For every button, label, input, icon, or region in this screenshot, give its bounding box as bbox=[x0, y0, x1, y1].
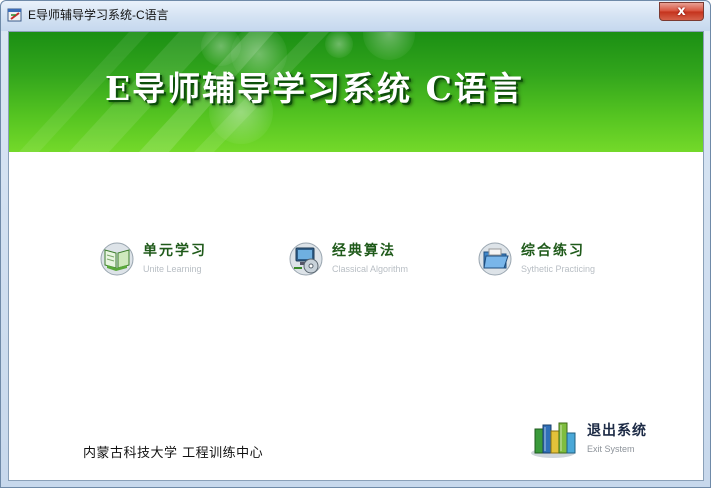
classical-algorithm-label: 经典算法 bbox=[332, 242, 396, 259]
books-icon bbox=[531, 422, 576, 458]
close-icon: x bbox=[677, 4, 686, 19]
client-area: E导师辅导学习系统 C语言 单元学习 Unite Learning 经典算法 C… bbox=[8, 31, 704, 481]
computer-cd-icon bbox=[289, 242, 323, 276]
app-window: E导师辅导学习系统-C语言 x E导师辅导学习系统 C语言 单元学习 Unite… bbox=[0, 0, 711, 488]
organization-footer: 内蒙古科技大学 工程训练中心 bbox=[83, 446, 264, 461]
banner-title: E导师辅导学习系统 C语言 bbox=[105, 69, 524, 108]
exit-system-sublabel: Exit System bbox=[587, 443, 635, 454]
window-title: E导师辅导学习系统-C语言 bbox=[28, 8, 169, 22]
classical-algorithm-sublabel: Classical Algorithm bbox=[332, 263, 409, 274]
synthetic-practicing-sublabel: Sythetic Practicing bbox=[521, 263, 596, 274]
unit-learning-sublabel: Unite Learning bbox=[143, 263, 202, 274]
synthetic-practicing-label: 综合练习 bbox=[521, 242, 585, 259]
unit-learning-label: 单元学习 bbox=[143, 242, 207, 259]
exit-system-button[interactable]: 退出系统 Exit System bbox=[531, 415, 647, 461]
folder-icon bbox=[478, 242, 512, 276]
open-book-icon bbox=[100, 242, 134, 276]
synthetic-practicing-button[interactable]: 综合练习 Sythetic Practicing bbox=[477, 236, 595, 280]
header-banner: E导师辅导学习系统 C语言 bbox=[9, 32, 703, 152]
classical-algorithm-button[interactable]: 经典算法 Classical Algorithm bbox=[288, 236, 408, 280]
unit-learning-button[interactable]: 单元学习 Unite Learning bbox=[99, 236, 207, 280]
exit-system-label: 退出系统 bbox=[587, 422, 647, 439]
app-icon bbox=[7, 8, 22, 22]
title-bar[interactable]: E导师辅导学习系统-C语言 x bbox=[1, 1, 710, 31]
close-button[interactable]: x bbox=[659, 2, 704, 21]
